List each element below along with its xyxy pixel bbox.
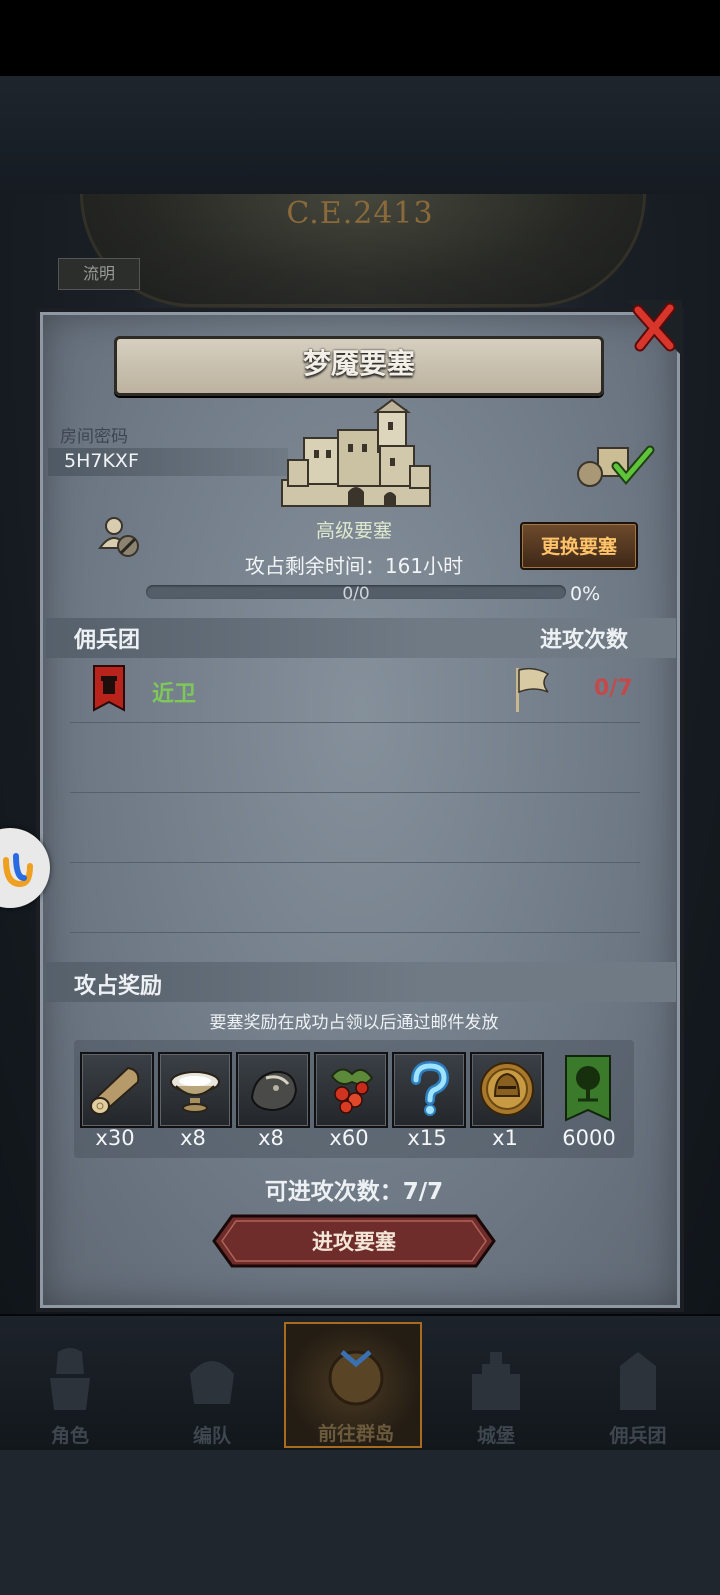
capture-progress-text: 0/0 [342,584,370,604]
nav-item-castle[interactable]: 城堡 [426,1330,566,1448]
reward-qty: x15 [407,1126,447,1150]
reward-qty: x60 [329,1126,369,1150]
tree-banner-icon[interactable] [564,1054,612,1122]
reward-item-helmet-coin[interactable] [470,1052,544,1128]
reward-qty: x30 [95,1126,135,1150]
nav-item-formation[interactable]: 编队 [142,1330,282,1448]
row-divider [70,722,640,723]
compass-icon [328,1350,384,1406]
fortress-icon [281,398,431,507]
knight-icon [50,1348,90,1410]
nav-item-islands[interactable]: 前往群岛 [284,1322,422,1448]
ore-icon [250,1070,298,1112]
remaining-time: 攻占剩余时间：161小时 [244,554,464,578]
row-divider [70,932,640,933]
assistant-icon [3,853,33,888]
nav-label: 佣兵团 [609,1425,667,1447]
nav-item-mercenary[interactable]: 佣兵团 [568,1330,708,1448]
berries-icon [330,1068,374,1114]
row-divider [70,792,640,793]
reward-qty: 6000 [562,1126,616,1150]
mystery-icon [411,1060,450,1116]
reward-header: 攻占奖励 [74,974,163,999]
dialog-title: 梦魇要塞 [302,347,415,380]
attack-attempts: 可进攻次数：7/7 [264,1179,444,1205]
reward-note: 要塞奖励在成功占领以后通过邮件发放 [209,1013,499,1033]
nav-label: 前往群岛 [317,1423,394,1445]
room-code-label: 房间密码 [60,427,128,447]
reward-item-mystery[interactable] [392,1052,466,1128]
mercenary-attack-count: 0/7 [594,676,633,701]
reward-item-berries[interactable] [314,1052,388,1128]
reward-item-log[interactable] [80,1052,154,1128]
reward-bag-check-icon[interactable] [576,440,656,490]
reward-qty: x8 [258,1126,284,1150]
reward-qty: x1 [492,1126,518,1150]
side-tag: 流明 [58,258,140,290]
flag-icon [516,667,550,712]
mercenary-name[interactable]: 近卫 [152,676,196,708]
bottom-filler [0,1450,720,1595]
mercenary-banner-icon [93,665,125,712]
helmet-coin-icon [480,1062,534,1116]
attacks-header: 进攻次数 [540,628,629,653]
nav-item-character[interactable]: 角色 [0,1330,140,1448]
row-divider [70,862,640,863]
bowl-icon [170,1071,220,1113]
room-code[interactable]: 5H7KXF [64,450,139,472]
capture-progress-percent: 0% [570,583,601,605]
attack-fortress-label[interactable]: 进攻要塞 [212,1226,496,1256]
log-icon [90,1066,140,1115]
status-bar [0,0,720,76]
reward-item-bowl[interactable] [158,1052,232,1128]
nav-label: 城堡 [476,1425,515,1447]
formation-icon [190,1361,234,1404]
mercenary-header: 佣兵团 [74,628,141,653]
nav-label: 编队 [192,1425,231,1447]
castle-icon [472,1352,520,1410]
nav-label: 角色 [50,1425,89,1447]
year-label: C.E.2413 [286,196,434,231]
close-icon[interactable] [626,300,682,356]
reward-qty: x8 [180,1126,206,1150]
background-band [0,76,720,194]
reward-item-ore[interactable] [236,1052,310,1128]
mercenary-icon [620,1352,656,1410]
